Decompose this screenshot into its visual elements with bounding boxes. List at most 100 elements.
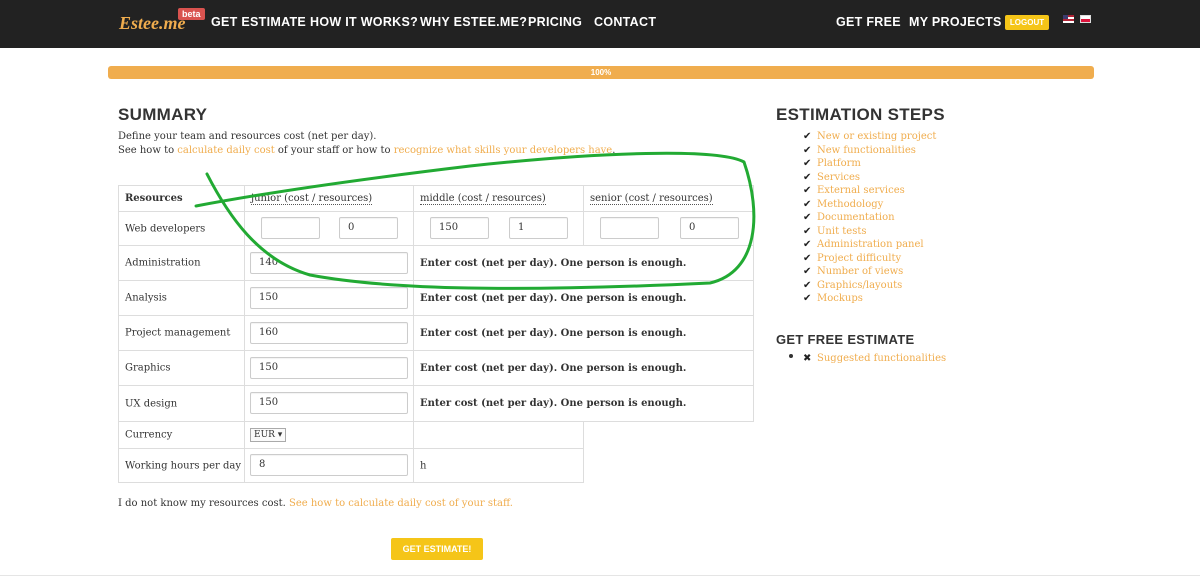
check-icon: ✔ bbox=[803, 266, 812, 277]
estimation-steps-title: ESTIMATION STEPS bbox=[776, 105, 945, 124]
step-label[interactable]: New or existing project bbox=[817, 131, 936, 142]
progress-bar: 100% bbox=[108, 66, 1094, 79]
nav-contact[interactable]: CONTACT bbox=[594, 15, 656, 29]
nav-get-estimate[interactable]: GET ESTIMATE bbox=[211, 15, 306, 29]
header-label: junior (cost / resources) bbox=[251, 193, 373, 205]
step-label[interactable]: Services bbox=[817, 172, 860, 183]
nav-get-free[interactable]: GET FREE bbox=[836, 15, 901, 29]
polish-flag-icon[interactable] bbox=[1080, 15, 1091, 23]
senior-resources-input[interactable]: 0 bbox=[680, 217, 739, 239]
step-item: ✔ External services bbox=[803, 185, 905, 196]
help-text: See how to bbox=[118, 145, 178, 156]
step-label[interactable]: External services bbox=[817, 185, 905, 196]
hours-unit-cell: h bbox=[413, 448, 584, 483]
step-item: ✔ Number of views bbox=[803, 266, 903, 277]
web-developers-label-cell: Web developers bbox=[118, 211, 245, 246]
check-icon: ✔ bbox=[803, 293, 812, 304]
step-item: ✔ New functionalities bbox=[803, 145, 916, 156]
working-hours-input[interactable]: 8 bbox=[250, 454, 408, 476]
step-label[interactable]: Mockups bbox=[817, 293, 863, 304]
english-flag-icon[interactable] bbox=[1063, 15, 1074, 23]
header-middle: middle (cost / resources) bbox=[413, 185, 584, 212]
header-label: Resources bbox=[125, 193, 183, 204]
header-label: middle (cost / resources) bbox=[420, 193, 546, 205]
ux-design-help-text: Enter cost (net per day). One person is … bbox=[420, 398, 687, 409]
administration-label-cell: Administration bbox=[118, 245, 245, 281]
row-label: Administration bbox=[125, 257, 201, 269]
step-label[interactable]: Graphics/layouts bbox=[817, 280, 902, 291]
row-label: Project management bbox=[125, 327, 231, 339]
cross-icon: ✖ bbox=[803, 353, 812, 364]
logo[interactable]: Estee.me bbox=[119, 13, 185, 34]
project-management-help-text: Enter cost (net per day). One person is … bbox=[420, 328, 687, 339]
get-estimate-button[interactable]: GET ESTIMATE! bbox=[391, 538, 483, 560]
middle-cost-input[interactable]: 150 bbox=[430, 217, 489, 239]
logout-button[interactable]: LOGOUT bbox=[1005, 15, 1049, 30]
row-label: Graphics bbox=[125, 362, 171, 374]
step-label[interactable]: Platform bbox=[817, 158, 861, 169]
step-item: ✔ Administration panel bbox=[803, 239, 924, 250]
check-icon: ✔ bbox=[803, 198, 812, 210]
row-label: Currency bbox=[125, 429, 173, 441]
step-label[interactable]: Unit tests bbox=[817, 226, 866, 237]
summary-title: SUMMARY bbox=[118, 105, 208, 124]
step-label[interactable]: Methodology bbox=[817, 199, 883, 210]
analysis-cost-input[interactable]: 150 bbox=[250, 287, 408, 309]
step-item: ✔ Unit tests bbox=[803, 226, 866, 237]
step-label[interactable]: Documentation bbox=[817, 212, 895, 223]
middle-resources-input[interactable]: 1 bbox=[509, 217, 568, 239]
step-item: ✔ Documentation bbox=[803, 212, 895, 223]
step-item: ✔ Methodology bbox=[803, 199, 883, 210]
bottom-note: I do not know my resources cost. See how… bbox=[118, 498, 513, 509]
junior-cost-input[interactable] bbox=[261, 217, 320, 239]
ux-design-cost-input[interactable]: 150 bbox=[250, 392, 408, 414]
junior-resources-input[interactable]: 0 bbox=[339, 217, 398, 239]
graphics-cost-input[interactable]: 150 bbox=[250, 357, 408, 379]
step-item: ✔ Graphics/layouts bbox=[803, 280, 902, 291]
progress-label: 100% bbox=[590, 68, 612, 77]
currency-select[interactable]: EUR ▾ bbox=[250, 428, 286, 442]
nav-pricing[interactable]: PRICING bbox=[528, 15, 582, 29]
step-label[interactable]: Project difficulty bbox=[817, 253, 901, 264]
step-label[interactable]: New functionalities bbox=[817, 145, 916, 156]
help-text: . bbox=[612, 145, 616, 156]
summary-help-line: See how to calculate daily cost of your … bbox=[118, 145, 615, 156]
nav-how-it-works[interactable]: HOW IT WORKS? bbox=[310, 15, 418, 29]
top-navbar: Estee.me beta GET ESTIMATE HOW IT WORKS?… bbox=[0, 0, 1200, 48]
header-junior: junior (cost / resources) bbox=[244, 185, 414, 212]
row-label: UX design bbox=[125, 398, 178, 409]
calculate-cost-link-bottom[interactable]: See how to calculate daily cost of your … bbox=[289, 498, 513, 509]
help-text: of your staff or how to bbox=[274, 145, 394, 156]
analysis-help-text: Enter cost (net per day). One person is … bbox=[420, 293, 687, 304]
check-icon: ✔ bbox=[803, 212, 812, 223]
step-label[interactable]: Number of views bbox=[817, 266, 903, 277]
step-label[interactable]: Administration panel bbox=[817, 239, 924, 250]
free-item: ✖ Suggested functionalities bbox=[803, 353, 946, 364]
project-management-cost-input[interactable]: 160 bbox=[250, 322, 408, 344]
recognize-skills-link[interactable]: recognize what skills your developers ha… bbox=[394, 145, 613, 156]
footer-divider bbox=[0, 575, 1200, 576]
step-item: ✔ Project difficulty bbox=[803, 253, 901, 264]
free-estimate-title: GET FREE ESTIMATE bbox=[776, 332, 915, 347]
currency-empty-cell bbox=[413, 421, 584, 449]
calculate-cost-link[interactable]: calculate daily cost bbox=[177, 145, 274, 156]
check-icon: ✔ bbox=[803, 239, 812, 250]
currency-label-cell: Currency bbox=[118, 421, 245, 449]
free-item-label[interactable]: Suggested functionalities bbox=[817, 353, 946, 364]
hours-unit: h bbox=[420, 460, 427, 471]
row-label: Analysis bbox=[125, 292, 167, 304]
senior-cost-input[interactable] bbox=[600, 217, 659, 239]
nav-why-estee[interactable]: WHY ESTEE.ME? bbox=[420, 15, 527, 29]
header-resources: Resources bbox=[118, 185, 245, 212]
check-icon: ✔ bbox=[803, 185, 812, 196]
nav-my-projects[interactable]: MY PROJECTS bbox=[909, 15, 1002, 29]
step-item: ✔ Services bbox=[803, 172, 860, 183]
row-label: Working hours per day bbox=[125, 460, 241, 471]
check-icon: ✔ bbox=[803, 279, 812, 291]
note-text: I do not know my resources cost. bbox=[118, 498, 289, 509]
step-item: ✔ Platform bbox=[803, 158, 861, 169]
administration-cost-input[interactable]: 140 bbox=[250, 252, 408, 274]
hours-label-cell: Working hours per day bbox=[118, 448, 245, 483]
check-icon: ✔ bbox=[803, 144, 812, 156]
step-item: ✔ New or existing project bbox=[803, 131, 936, 142]
